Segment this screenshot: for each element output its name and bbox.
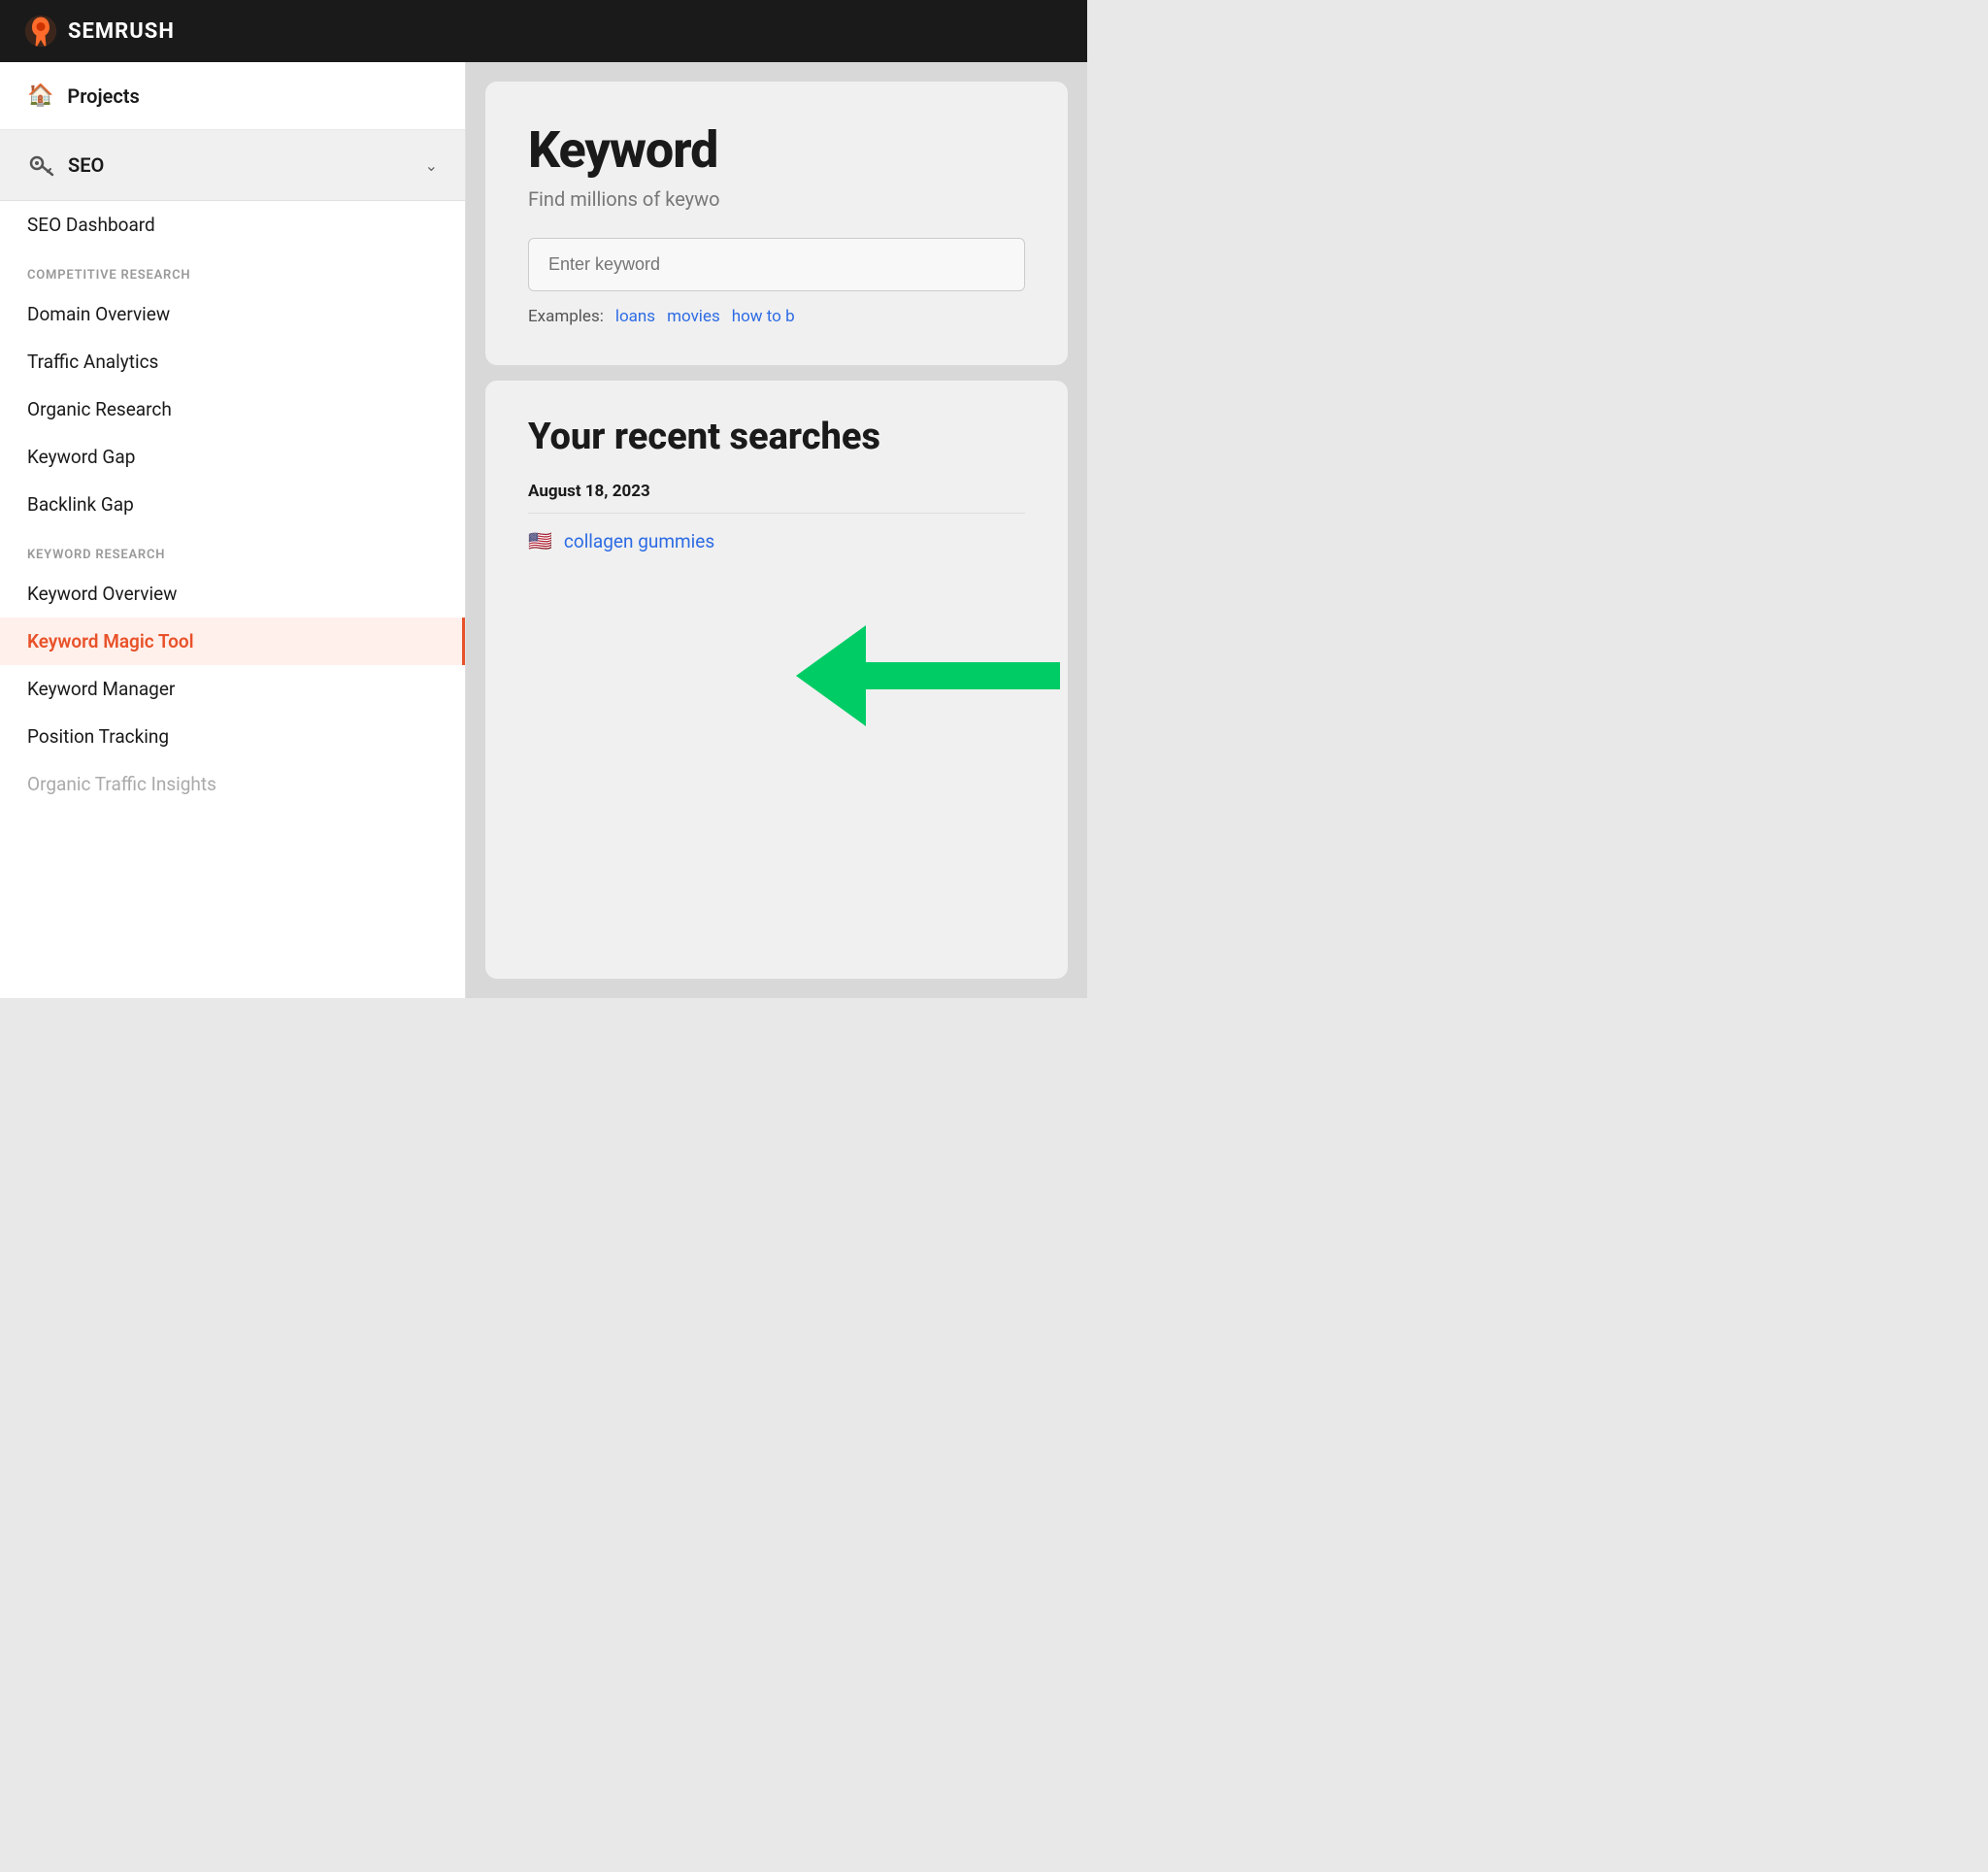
date-divider (528, 513, 1025, 514)
top-header: SEMRUSH (0, 0, 1087, 62)
keyword-research-section-label: KEYWORD RESEARCH (0, 528, 465, 570)
example-how-to-b[interactable]: how to b (732, 307, 795, 326)
us-flag-icon: 🇺🇸 (528, 529, 552, 552)
competitive-research-section-label: COMPETITIVE RESEARCH (0, 249, 465, 290)
sidebar: 🏠 Projects SEO ⌄ SEO Dashboard COMPETITI… (0, 62, 466, 998)
example-movies[interactable]: movies (667, 307, 720, 326)
main-layout: 🏠 Projects SEO ⌄ SEO Dashboard COMPETITI… (0, 62, 1087, 998)
examples-row: Examples: loans movies how to b (528, 307, 1025, 326)
recent-search-link[interactable]: collagen gummies (564, 530, 714, 552)
sidebar-item-organic-traffic-insights: Organic Traffic Insights (0, 760, 465, 808)
examples-label: Examples: (528, 307, 604, 326)
key-icon (27, 151, 54, 179)
keyword-search-input-wrap[interactable] (528, 238, 1025, 291)
projects-nav-item[interactable]: 🏠 Projects (0, 62, 465, 130)
seo-label: SEO (68, 153, 412, 177)
sidebar-item-backlink-gap[interactable]: Backlink Gap (0, 481, 465, 528)
seo-nav-item[interactable]: SEO ⌄ (0, 130, 465, 201)
projects-label: Projects (67, 84, 139, 108)
sidebar-item-keyword-gap[interactable]: Keyword Gap (0, 433, 465, 481)
example-loans[interactable]: loans (615, 307, 655, 326)
sidebar-item-position-tracking[interactable]: Position Tracking (0, 713, 465, 760)
recent-searches-title: Your recent searches (528, 416, 1025, 458)
semrush-logo-icon (23, 14, 58, 49)
recent-search-row: 🇺🇸 collagen gummies (528, 529, 1025, 552)
logo-text: SEMRUSH (68, 19, 175, 44)
recent-searches-card: Your recent searches August 18, 2023 🇺🇸 … (485, 381, 1068, 979)
home-icon: 🏠 (27, 84, 53, 108)
sidebar-item-seo-dashboard[interactable]: SEO Dashboard (0, 201, 465, 249)
sidebar-item-traffic-analytics[interactable]: Traffic Analytics (0, 338, 465, 385)
sidebar-item-domain-overview[interactable]: Domain Overview (0, 290, 465, 338)
logo-container[interactable]: SEMRUSH (23, 14, 175, 49)
keyword-tool-card: Keyword Find millions of keywo Examples:… (485, 82, 1068, 365)
recent-date-label: August 18, 2023 (528, 482, 1025, 501)
sidebar-item-organic-research[interactable]: Organic Research (0, 385, 465, 433)
sidebar-item-keyword-overview[interactable]: Keyword Overview (0, 570, 465, 618)
content-area: Keyword Find millions of keywo Examples:… (466, 62, 1087, 998)
chevron-down-icon: ⌄ (425, 156, 438, 175)
keyword-search-input[interactable] (548, 254, 1005, 275)
keyword-tool-subtitle: Find millions of keywo (528, 187, 1025, 211)
sidebar-item-keyword-manager[interactable]: Keyword Manager (0, 665, 465, 713)
keyword-tool-title: Keyword (528, 120, 1025, 180)
sidebar-item-keyword-magic-tool[interactable]: Keyword Magic Tool (0, 618, 465, 665)
